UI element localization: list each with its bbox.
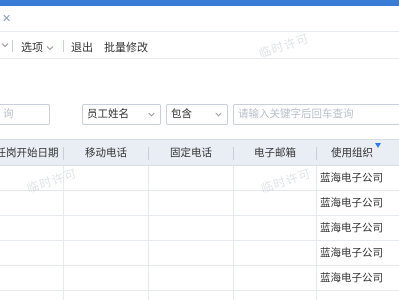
batch-edit-button[interactable]: 批量修改 xyxy=(104,39,148,55)
chevron-down-icon xyxy=(215,112,222,117)
chevron-down-icon xyxy=(148,112,155,117)
filter-bar: 询 员工姓名 包含 请输入关键字后回车查询 xyxy=(0,59,399,139)
chevron-down-icon xyxy=(46,46,54,51)
options-menu-button[interactable]: 选项 xyxy=(21,39,55,55)
exit-button[interactable]: 退出 xyxy=(71,39,93,55)
keyword-search-placeholder: 请输入关键字后回车查询 xyxy=(238,108,354,120)
org-cell: 蓝海电子公司 xyxy=(320,272,383,284)
search-input-partial[interactable]: 询 xyxy=(0,104,50,125)
column-header-start-date[interactable]: 任岗开始日期 xyxy=(0,140,62,166)
table-row[interactable]: 蓝海电子公司 xyxy=(0,216,399,241)
operator-select-value: 包含 xyxy=(171,108,192,120)
table-row[interactable]: 蓝海电子公司 xyxy=(0,191,399,216)
column-filter-icon[interactable] xyxy=(375,143,381,148)
options-menu-label: 选项 xyxy=(21,42,43,54)
field-select-value: 员工姓名 xyxy=(87,108,129,120)
toolbar-divider xyxy=(12,40,13,52)
field-select[interactable]: 员工姓名 xyxy=(82,104,161,125)
org-cell: 蓝海电子公司 xyxy=(320,172,383,184)
tab-close-icon[interactable]: ✕ xyxy=(2,12,11,25)
org-cell: 蓝海电子公司 xyxy=(320,197,383,209)
tab-strip: ✕ xyxy=(0,6,399,32)
toolbar-divider xyxy=(63,40,64,52)
grid-header: 任岗开始日期 移动电话 固定电话 电子邮箱 使用组织 xyxy=(0,139,399,166)
keyword-search-input[interactable]: 请输入关键字后回车查询 xyxy=(233,104,399,125)
toolbar: 选项 退出 批量修改 xyxy=(0,33,399,59)
org-cell: 蓝海电子公司 xyxy=(320,222,383,234)
table-row[interactable]: 蓝海电子公司 xyxy=(0,241,399,266)
toolbar-caret-icon[interactable] xyxy=(0,39,10,51)
column-header-email[interactable]: 电子邮箱 xyxy=(234,140,316,166)
operator-select[interactable]: 包含 xyxy=(166,104,228,125)
org-cell: 蓝海电子公司 xyxy=(320,247,383,259)
column-header-mobile[interactable]: 移动电话 xyxy=(64,140,148,166)
search-input-placeholder: 询 xyxy=(3,108,14,120)
table-row[interactable]: 蓝海电子公司 xyxy=(0,266,399,291)
column-header-landline[interactable]: 固定电话 xyxy=(149,140,233,166)
data-grid: 任岗开始日期 移动电话 固定电话 电子邮箱 使用组织 蓝海电子公司 蓝海电子公司… xyxy=(0,139,399,300)
